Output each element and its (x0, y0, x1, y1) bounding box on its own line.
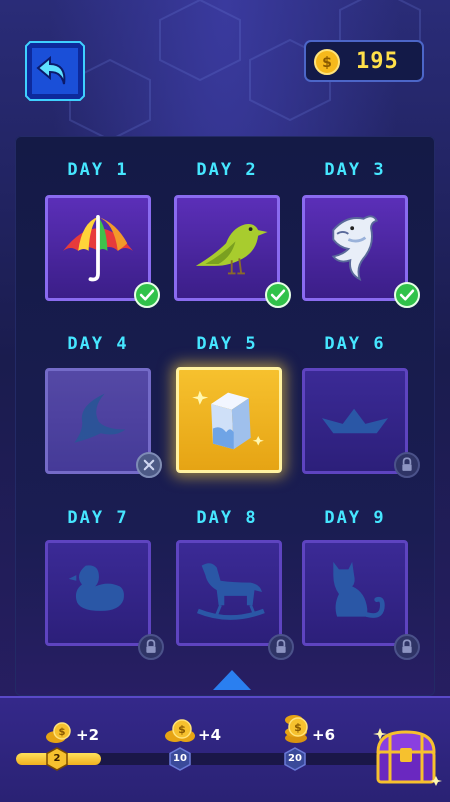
treasure-chest-icon[interactable] (370, 718, 442, 790)
reward-bonus-label: +2 (76, 726, 100, 744)
milestone-marker: 10 (168, 747, 192, 771)
cross-icon (136, 452, 162, 478)
milk-carton-icon (192, 390, 264, 450)
milestone-marker: 20 (283, 747, 307, 771)
svg-text:$: $ (59, 727, 66, 738)
rocking-horse-icon (196, 563, 265, 620)
day-label: DAY 4 (67, 334, 129, 354)
day-label: DAY 8 (196, 508, 258, 528)
check-icon (134, 282, 160, 308)
lock-icon (394, 634, 420, 660)
day-label: DAY 2 (196, 160, 258, 180)
coin-stack-icon: $ (46, 722, 71, 743)
lock-icon (138, 634, 164, 660)
check-icon (265, 282, 291, 308)
lock-icon (394, 452, 420, 478)
day-6-tile[interactable] (302, 368, 408, 474)
cat-icon (333, 561, 385, 618)
svg-text:$: $ (178, 723, 186, 736)
day-9-tile[interactable] (302, 540, 408, 646)
back-button[interactable] (24, 40, 86, 102)
chevron-up-icon[interactable] (211, 668, 253, 692)
svg-text:$: $ (294, 721, 302, 734)
day-7-tile[interactable] (45, 540, 151, 646)
day-8-tile[interactable] (176, 540, 282, 646)
check-icon (394, 282, 420, 308)
day-label: DAY 3 (324, 160, 386, 180)
milestone-marker: 2 (45, 747, 69, 771)
svg-text:$: $ (322, 55, 332, 71)
dolphin-icon (331, 215, 379, 281)
day-label: DAY 9 (324, 508, 386, 528)
coin-icon: $ (314, 49, 340, 75)
day-3-tile[interactable] (302, 195, 408, 301)
lock-icon (268, 634, 294, 660)
umbrella-icon (63, 214, 133, 282)
day-label: DAY 7 (67, 508, 129, 528)
day-label: DAY 6 (324, 334, 386, 354)
bird-icon (195, 224, 268, 275)
coin-stack-icon: $ (165, 719, 195, 742)
reward-bonus-label: +6 (312, 726, 336, 744)
day-2-tile[interactable] (174, 195, 280, 301)
day-5-tile[interactable] (176, 367, 282, 473)
paper-boat-icon (321, 408, 389, 434)
coin-stack-icon: $ (285, 715, 308, 743)
progress-bar (16, 753, 386, 765)
day-4-tile[interactable] (45, 368, 151, 474)
reward-bonus-label: +4 (198, 726, 222, 744)
day-label: DAY 5 (196, 334, 258, 354)
coin-counter: $ 195 (304, 40, 424, 82)
fidget-spinner-icon (74, 393, 126, 443)
day-label: DAY 1 (67, 160, 129, 180)
rubber-duck-icon (68, 565, 124, 611)
coin-count: 195 (356, 49, 399, 74)
